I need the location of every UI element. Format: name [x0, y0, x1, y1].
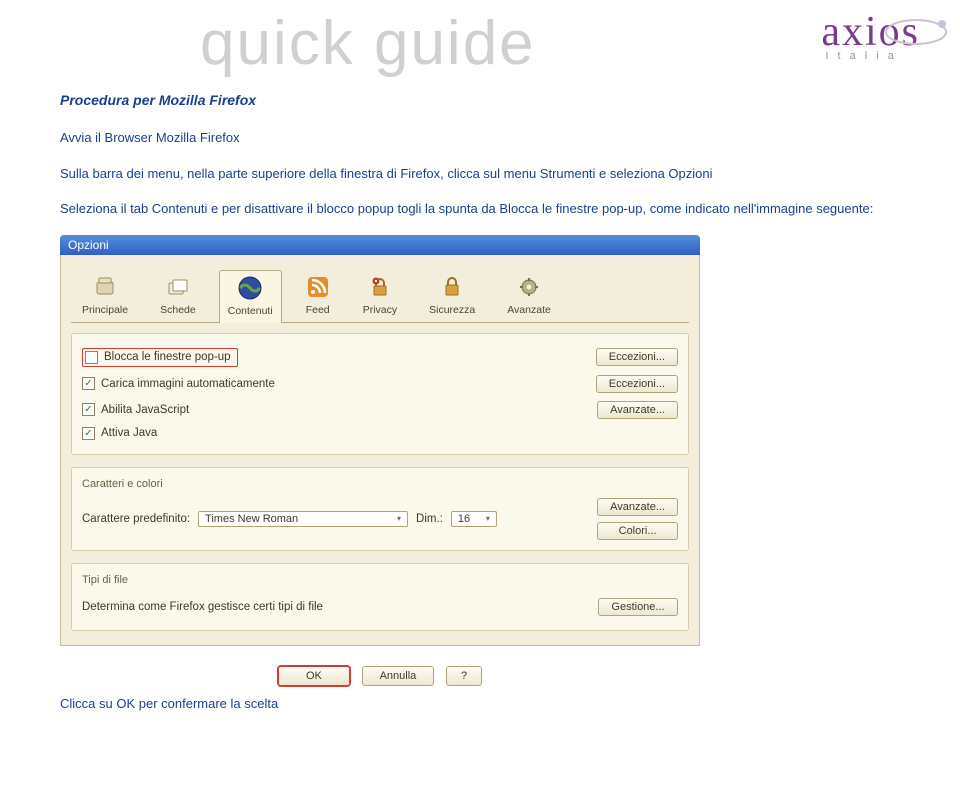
options-dialog: Opzioni Principale Schede: [60, 235, 700, 692]
group-title: Tipi di file: [82, 574, 678, 586]
file-types-group: Tipi di file Determina come Firefox gest…: [71, 563, 689, 631]
font-size-select[interactable]: 16 ▾: [451, 511, 497, 527]
footnote: Clicca su OK per confermare la scelta: [60, 696, 900, 711]
rss-icon: [305, 274, 331, 300]
tab-label: Feed: [306, 304, 330, 316]
tab-label: Principale: [82, 304, 128, 316]
intro-line-2: Sulla barra dei menu, nella parte superi…: [60, 164, 900, 184]
exceptions-button[interactable]: Eccezioni...: [596, 348, 678, 366]
tab-label: Sicurezza: [429, 304, 475, 316]
checkbox-enable-js[interactable]: ✓: [82, 403, 95, 416]
option-load-images: ✓ Carica immagini automaticamente Eccezi…: [82, 371, 678, 397]
option-label: Carica immagini automaticamente: [101, 378, 275, 390]
tab-label: Schede: [160, 304, 196, 316]
colors-button[interactable]: Colori...: [597, 522, 678, 540]
select-value: 16: [458, 513, 470, 525]
option-enable-java: ✓ Attiva Java: [82, 423, 678, 444]
section-heading: Procedura per Mozilla Firefox: [60, 92, 900, 108]
cancel-button[interactable]: Annulla: [362, 666, 434, 686]
option-label: Blocca le finestre pop-up: [104, 351, 231, 363]
ok-button[interactable]: OK: [278, 666, 350, 686]
tab-schede[interactable]: Schede: [151, 269, 205, 322]
fonts-colors-group: Caratteri e colori Carattere predefinito…: [71, 467, 689, 551]
watermark-text: quick guide: [200, 8, 536, 79]
chevron-down-icon: ▾: [397, 514, 401, 523]
lock-icon: [367, 274, 393, 300]
tab-contenuti[interactable]: Contenuti: [219, 270, 282, 323]
gear-icon: [92, 274, 118, 300]
manage-button[interactable]: Gestione...: [598, 598, 678, 616]
checkbox-enable-java[interactable]: ✓: [82, 427, 95, 440]
option-enable-js: ✓ Abilita JavaScript Avanzate...: [82, 397, 678, 423]
checkbox-block-popups[interactable]: [85, 351, 98, 364]
fonts-advanced-button[interactable]: Avanzate...: [597, 498, 678, 516]
intro-line-3: Seleziona il tab Contenuti e per disatti…: [60, 199, 900, 219]
tab-principale[interactable]: Principale: [73, 269, 137, 322]
default-font-label: Carattere predefinito:: [82, 513, 190, 525]
option-block-popups: Blocca le finestre pop-up Eccezioni...: [82, 344, 678, 371]
dialog-tabbar: Principale Schede Contenuti: [71, 263, 689, 323]
tab-privacy[interactable]: Privacy: [354, 269, 406, 322]
cog-icon: [516, 274, 542, 300]
select-value: Times New Roman: [205, 513, 298, 525]
file-types-desc: Determina come Firefox gestisce certi ti…: [82, 601, 323, 613]
dialog-button-row: OK Annulla ?: [60, 646, 700, 692]
option-label: Abilita JavaScript: [101, 404, 189, 416]
help-button[interactable]: ?: [446, 666, 482, 686]
tab-label: Contenuti: [228, 305, 273, 317]
logo-orbit-icon: [880, 4, 952, 60]
content-options-group: Blocca le finestre pop-up Eccezioni... ✓…: [71, 333, 689, 455]
tabs-icon: [165, 274, 191, 300]
shield-icon: [439, 274, 465, 300]
group-title: Caratteri e colori: [82, 478, 678, 490]
tab-label: Avanzate: [507, 304, 551, 316]
chevron-down-icon: ▾: [486, 514, 490, 523]
tab-label: Privacy: [363, 304, 397, 316]
intro-line-1: Avvia il Browser Mozilla Firefox: [60, 128, 900, 148]
option-label: Attiva Java: [101, 427, 157, 439]
font-size-label: Dim.:: [416, 513, 443, 525]
advanced-button[interactable]: Avanzate...: [597, 401, 678, 419]
tab-sicurezza[interactable]: Sicurezza: [420, 269, 484, 322]
globe-icon: [237, 275, 263, 301]
dialog-titlebar: Opzioni: [60, 235, 700, 255]
dialog-body: Principale Schede Contenuti: [60, 255, 700, 646]
page-content: Procedura per Mozilla Firefox Avvia il B…: [60, 92, 900, 711]
tab-avanzate[interactable]: Avanzate: [498, 269, 560, 322]
brand-logo: axios I t a l i a: [821, 8, 920, 62]
tab-feed[interactable]: Feed: [296, 269, 340, 322]
exceptions-button[interactable]: Eccezioni...: [596, 375, 678, 393]
default-font-select[interactable]: Times New Roman ▾: [198, 511, 408, 527]
checkbox-load-images[interactable]: ✓: [82, 377, 95, 390]
